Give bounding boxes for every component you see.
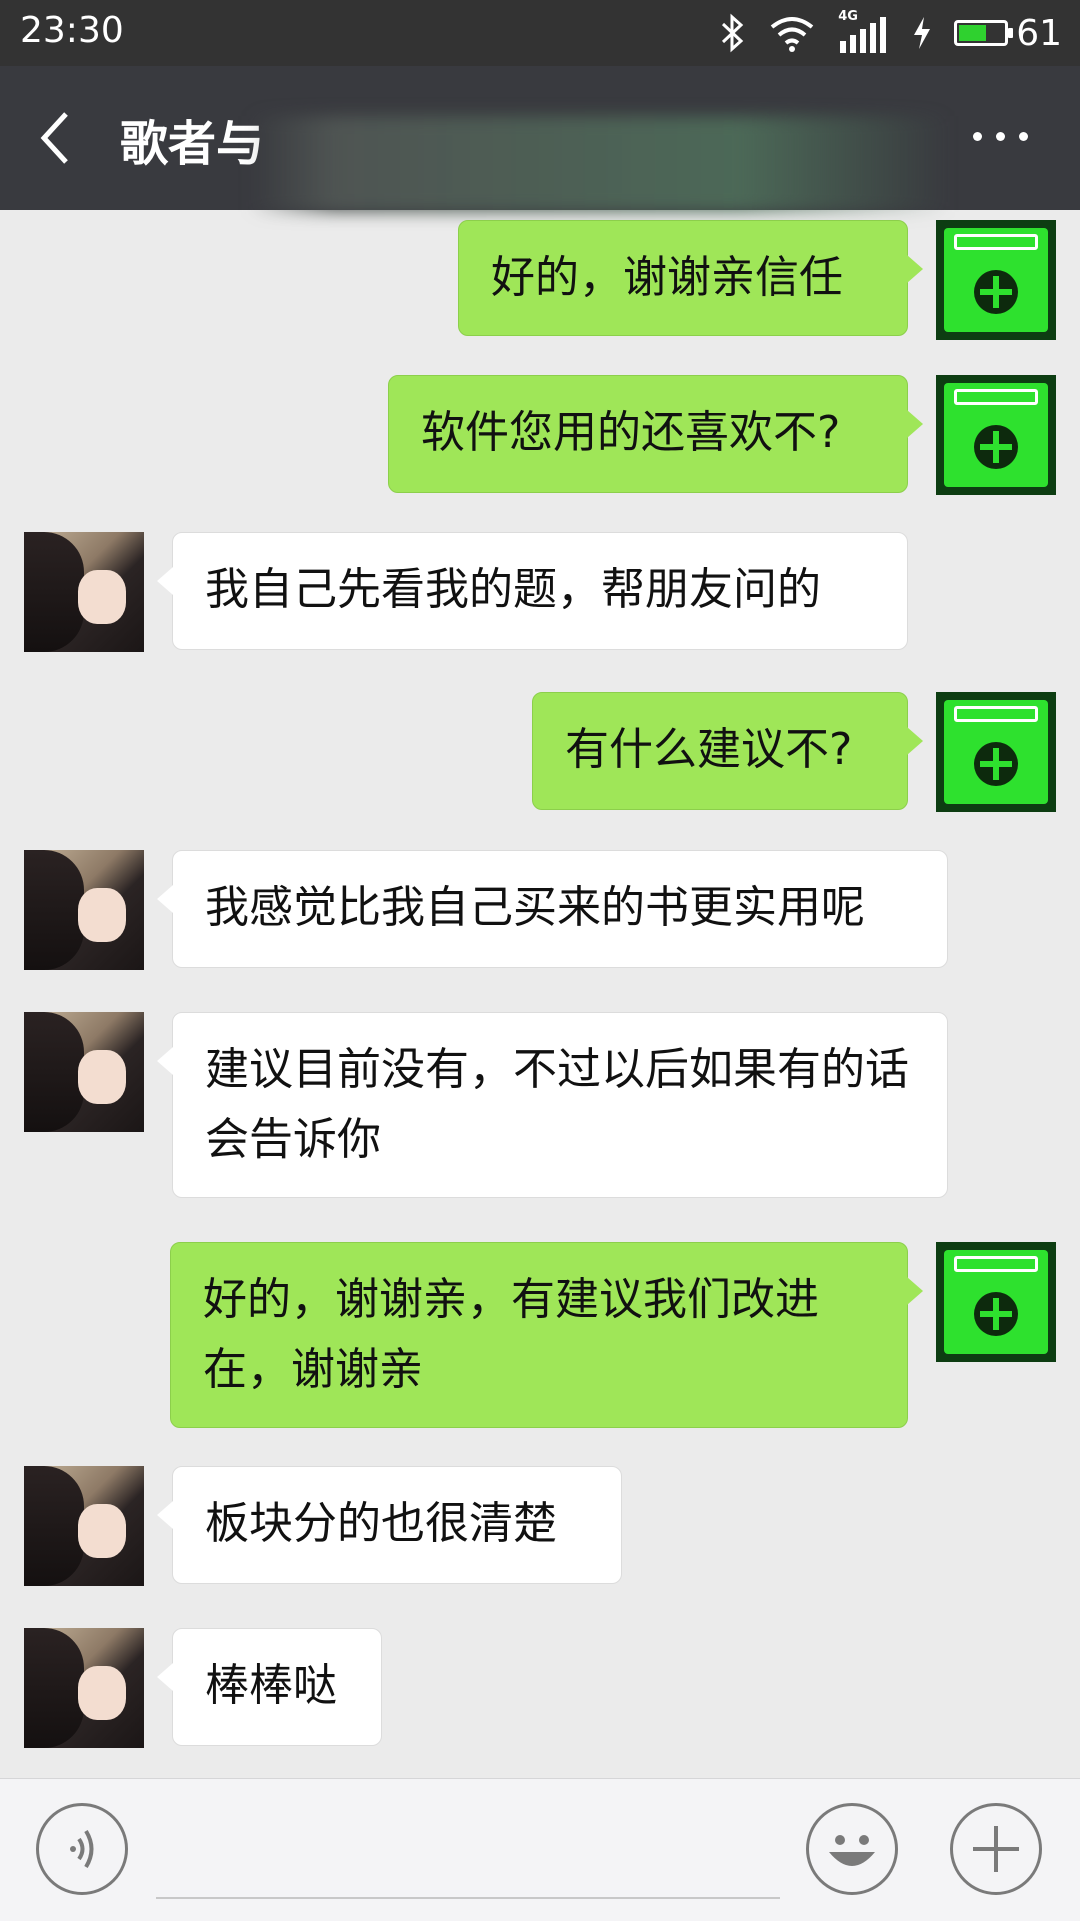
contact-avatar[interactable]	[24, 532, 144, 652]
chevron-left-icon[interactable]	[36, 108, 76, 168]
emoji-button[interactable]	[806, 1803, 898, 1895]
book-icon	[944, 383, 1048, 487]
battery-icon	[954, 20, 1014, 46]
chat-title: 歌者与	[120, 116, 265, 172]
message-bubble-other[interactable]: 板块分的也很清楚	[157, 1466, 622, 1584]
battery-fill	[959, 25, 987, 41]
book-icon	[944, 1250, 1048, 1354]
message-input[interactable]	[156, 1897, 780, 1899]
battery-indicator: 61	[954, 13, 1062, 54]
signal-icon: 4G	[838, 9, 890, 55]
input-bar	[0, 1778, 1080, 1921]
contact-avatar[interactable]	[24, 850, 144, 970]
wifi-icon	[770, 17, 814, 52]
status-icons: 4G 61	[720, 8, 1062, 58]
book-icon	[944, 700, 1048, 804]
self-avatar[interactable]	[936, 1242, 1056, 1362]
message-bubble-self[interactable]: 软件您用的还喜欢不?	[388, 375, 923, 493]
voice-button[interactable]	[36, 1803, 128, 1895]
contact-avatar[interactable]	[24, 1466, 144, 1586]
bluetooth-icon	[722, 13, 744, 53]
status-time: 23:30	[20, 10, 124, 51]
message-bubble-other[interactable]: 棒棒哒	[157, 1628, 382, 1746]
blurred-title-overlay	[250, 116, 950, 212]
self-avatar[interactable]	[936, 375, 1056, 495]
chat-header: 歌者与	[0, 66, 1080, 212]
self-avatar[interactable]	[936, 692, 1056, 812]
add-button[interactable]	[950, 1803, 1042, 1895]
charging-icon	[914, 17, 931, 49]
message-bubble-self[interactable]: 好的，谢谢亲信任	[458, 220, 923, 336]
emoji-icon	[829, 1835, 875, 1866]
message-bubble-other[interactable]: 我自己先看我的题，帮朋友问的	[157, 532, 908, 650]
message-bubble-self[interactable]: 好的，谢谢亲，有建议我们改进在，谢谢亲	[170, 1242, 923, 1428]
more-horizontal-icon[interactable]	[973, 132, 1028, 141]
message-bubble-self[interactable]: 有什么建议不?	[532, 692, 923, 810]
battery-percent: 61	[1016, 12, 1062, 54]
voice-icon	[70, 1829, 94, 1869]
contact-avatar[interactable]	[24, 1012, 144, 1132]
contact-avatar[interactable]	[24, 1628, 144, 1748]
message-bubble-other[interactable]: 建议目前没有，不过以后如果有的话会告诉你	[157, 1012, 948, 1198]
book-icon	[944, 228, 1048, 332]
chat-message-list[interactable]: 好的，谢谢亲信任 软件您用的还喜欢不? 我自己先看我的题，帮朋友问的 有什么建议…	[0, 210, 1080, 1778]
status-bar: 23:30 4G 61	[0, 0, 1080, 66]
plus-icon	[973, 1826, 1019, 1872]
message-bubble-other[interactable]: 我感觉比我自己买来的书更实用呢	[157, 850, 948, 968]
self-avatar[interactable]	[936, 220, 1056, 340]
